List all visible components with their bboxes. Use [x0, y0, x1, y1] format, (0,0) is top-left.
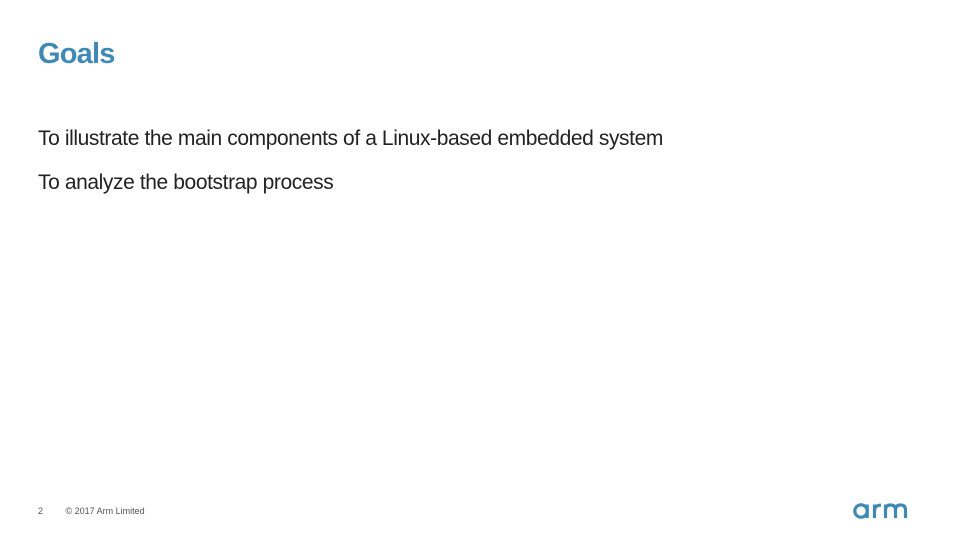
bullet-item: To analyze the bootstrap process — [38, 171, 334, 194]
copyright-text: © 2017 Arm Limited — [65, 506, 145, 516]
slide: Goals To illustrate the main components … — [0, 0, 960, 540]
page-number: 2 — [38, 506, 44, 516]
footer: 2 © 2017 Arm Limited — [38, 505, 145, 517]
bullet-list: To illustrate the main components of a L… — [38, 122, 663, 210]
slide-title: Goals — [38, 38, 115, 70]
bullet-item: To illustrate the main components of a L… — [38, 127, 663, 150]
arm-logo — [853, 503, 908, 519]
